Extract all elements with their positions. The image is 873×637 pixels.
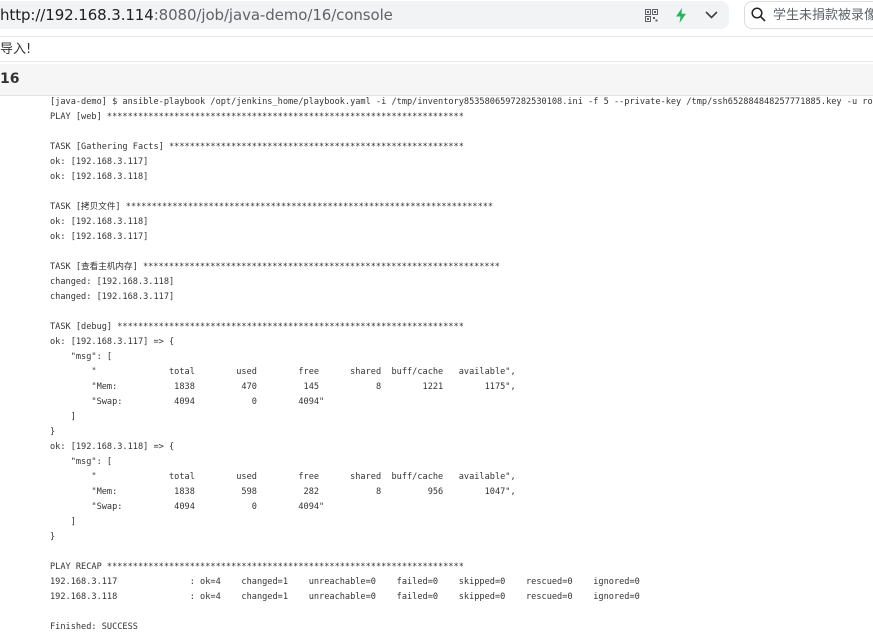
console-line: "Mem: 1838 470 145 8 1221 1175", [50,382,516,392]
console-line: "msg": [ [50,457,113,467]
console-line: changed: [192.168.3.118] [50,277,175,287]
console-line: ok: [192.168.3.118] [50,172,149,182]
console-line: "Mem: 1838 598 282 8 956 1047", [50,487,516,497]
console-line: } [50,532,56,542]
address-bar[interactable]: http://192.168.3.114:8080/job/java-demo/… [0,1,729,29]
console-line: ] [50,412,76,422]
lightning-icon[interactable] [673,7,689,23]
console-line: "Swap: 4094 0 4094" [50,397,325,407]
console-line: Finished: SUCCESS [50,622,138,632]
console-line: " total used free shared buff/cache avai… [50,472,516,482]
console-line: "msg": [ [50,352,113,362]
search-icon [751,7,766,26]
build-number-title: 16 [0,71,20,87]
url-host: http://192.168.3.114 [0,6,154,24]
console-line: ok: [192.168.3.118] => { [50,442,175,452]
console-line: 192.168.3.118 : ok=4 changed=1 unreachab… [50,592,640,602]
console-line: " total used free shared buff/cache avai… [50,367,516,377]
notice-text: 导入! [0,42,32,57]
console-line: TASK [Gathering Facts] *****************… [50,142,464,152]
console-line: PLAY [web] *****************************… [50,112,464,122]
console-line: 192.168.3.117 : ok=4 changed=1 unreachab… [50,577,640,587]
console-line: "Swap: 4094 0 4094" [50,502,325,512]
console-line: ok: [192.168.3.117] [50,157,149,167]
console-line: PLAY RECAP *****************************… [50,562,464,572]
url-path: :8080/job/java-demo/16/console [153,6,393,24]
console-line: [java-demo] $ ansible-playbook /opt/jenk… [50,97,873,107]
console-line: TASK [拷贝文件] ****************************… [50,202,494,212]
search-input[interactable] [773,5,873,25]
console-line: TASK [查看主机内存] **************************… [50,262,500,272]
console-line: ] [50,517,76,527]
search-box[interactable] [744,1,873,29]
chevron-down-icon[interactable] [703,7,719,23]
console-line: ok: [192.168.3.117] [50,232,149,242]
console-line: TASK [debug] ***************************… [50,322,464,332]
console-output: [java-demo] $ ansible-playbook /opt/jenk… [50,95,873,635]
console-line: } [50,427,56,437]
address-bar-url[interactable]: http://192.168.3.114:8080/job/java-demo/… [0,6,393,24]
address-bar-actions [643,7,719,23]
console-line: ok: [192.168.3.118] [50,217,149,227]
qr-code-icon[interactable] [643,7,659,23]
browser-toolbar: http://192.168.3.114:8080/job/java-demo/… [0,0,873,34]
console-line: changed: [192.168.3.117] [50,292,175,302]
notice-bar: 导入! [0,36,873,62]
console-line: ok: [192.168.3.117] => { [50,337,175,347]
page-header: 16 [0,64,873,96]
